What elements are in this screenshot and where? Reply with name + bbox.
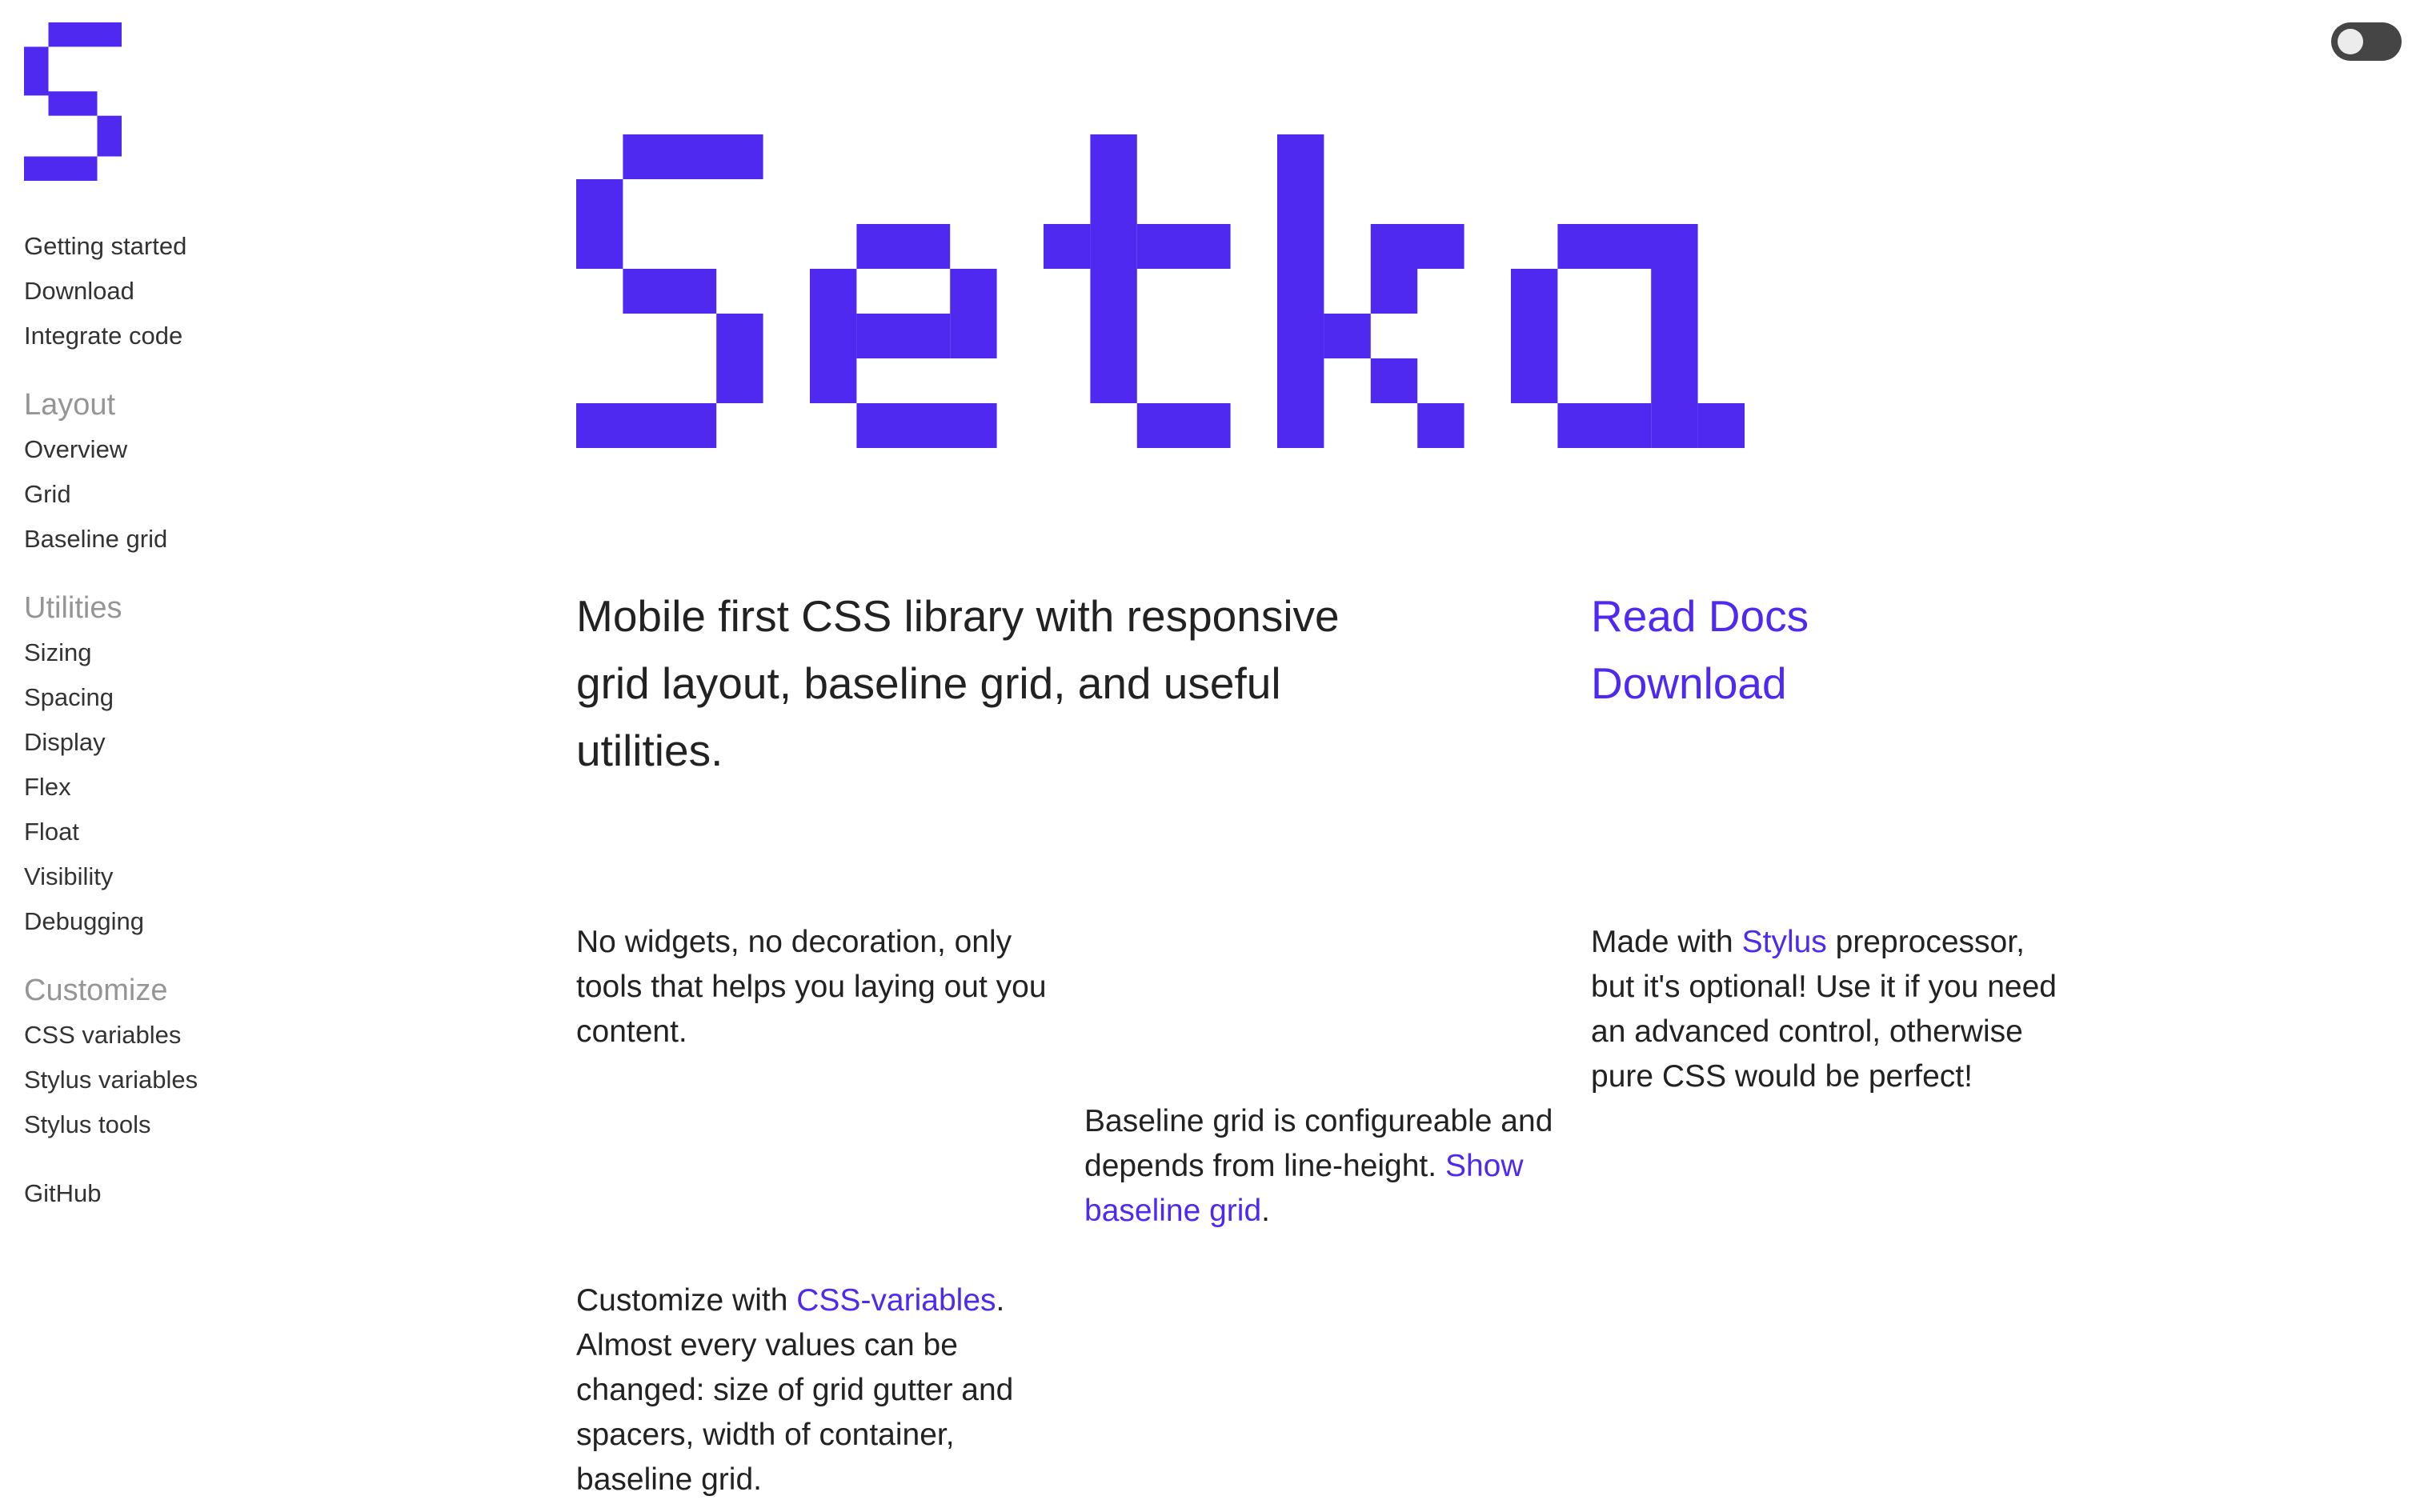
nav-display[interactable]: Display: [24, 720, 360, 765]
feature-stylus-pre: Made with: [1591, 925, 1742, 959]
sidebar-nav: Getting started Download Integrate code …: [24, 224, 360, 1240]
nav-sizing[interactable]: Sizing: [24, 630, 360, 675]
nav-overview[interactable]: Overview: [24, 427, 360, 472]
download-link[interactable]: Download: [1591, 650, 2071, 717]
feature-no-widgets: No widgets, no decoration, only tools th…: [576, 925, 1047, 1049]
nav-heading-layout: Layout: [24, 388, 116, 422]
nav-github[interactable]: GitHub: [24, 1171, 360, 1216]
hero-tagline: Mobile first CSS library with responsive…: [576, 591, 1340, 775]
css-variables-link[interactable]: CSS-variables: [796, 1283, 996, 1318]
feature-baseline-end: .: [1261, 1194, 1270, 1228]
nav-css-variables[interactable]: CSS variables: [24, 1013, 360, 1058]
feature-stylus: Made with Stylus preprocessor, but it's …: [1591, 920, 2071, 1099]
nav-visibility[interactable]: Visibility: [24, 854, 360, 899]
toggle-knob: [2338, 29, 2363, 54]
nav-grid[interactable]: Grid: [24, 472, 360, 517]
nav-spacing[interactable]: Spacing: [24, 675, 360, 720]
nav-debugging[interactable]: Debugging: [24, 899, 360, 944]
nav-heading-utilities: Utilities: [24, 591, 122, 625]
nav-group-intro: Getting started Download Integrate code: [24, 224, 360, 358]
nav-group-customize: Customize CSS variables Stylus variables…: [24, 968, 360, 1147]
nav-heading-customize: Customize: [24, 974, 168, 1007]
feature-css-variables: Customize with CSS-variables. Almost eve…: [576, 1278, 1056, 1502]
logo-icon[interactable]: [24, 22, 122, 181]
nav-stylus-variables[interactable]: Stylus variables: [24, 1058, 360, 1102]
read-docs-link[interactable]: Read Docs: [1591, 582, 2071, 650]
nav-float[interactable]: Float: [24, 810, 360, 854]
hero-links: Read Docs Download: [1591, 582, 2071, 717]
nav-integrate-code[interactable]: Integrate code: [24, 314, 360, 358]
nav-group-github: GitHub: [24, 1171, 360, 1216]
nav-group-layout: Layout Overview Grid Baseline grid: [24, 382, 360, 562]
nav-stylus-tools[interactable]: Stylus tools: [24, 1102, 360, 1147]
nav-download[interactable]: Download: [24, 269, 360, 314]
setko-wordmark: [576, 134, 1745, 448]
feature-css-pre: Customize with: [576, 1283, 797, 1318]
nav-getting-started[interactable]: Getting started: [24, 224, 360, 269]
nav-flex[interactable]: Flex: [24, 765, 360, 810]
nav-baseline-grid[interactable]: Baseline grid: [24, 517, 360, 562]
theme-toggle-switch[interactable]: [2331, 22, 2402, 61]
feature-baseline-grid: Baseline grid is configureable and depen…: [1084, 1099, 1565, 1234]
nav-group-utilities: Utilities Sizing Spacing Display Flex Fl…: [24, 586, 360, 944]
stylus-link[interactable]: Stylus: [1742, 925, 1827, 959]
